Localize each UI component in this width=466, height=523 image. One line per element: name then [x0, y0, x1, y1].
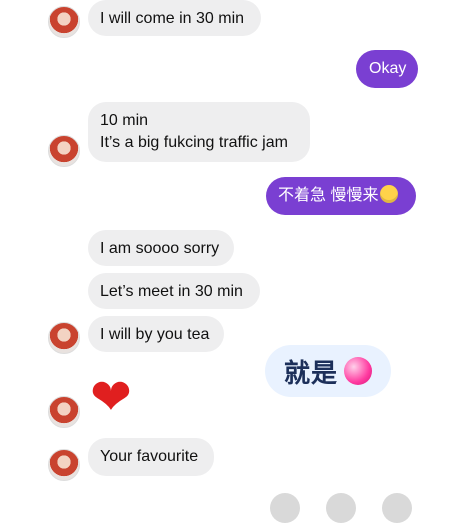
avatar[interactable] [48, 6, 80, 38]
heart-icon[interactable]: ❤ [90, 372, 132, 422]
incoming-message[interactable]: Let’s meet in 30 min [88, 273, 260, 309]
avatar[interactable] [48, 135, 80, 167]
avatar[interactable] [48, 322, 80, 354]
avatar[interactable] [48, 396, 80, 428]
sticker-text: 就是 [283, 358, 338, 389]
icon[interactable] [270, 493, 300, 523]
avatar[interactable] [48, 449, 80, 481]
bottom-partial-bar [270, 493, 412, 523]
incoming-message[interactable]: Your favourite [88, 438, 214, 476]
incoming-message[interactable]: I will come in 30 min [88, 0, 261, 36]
message-text: Let’s meet in 30 min [100, 283, 243, 300]
incoming-message[interactable]: I will by you tea [88, 316, 224, 352]
outgoing-message[interactable]: 不着急 慢慢来 [266, 177, 416, 215]
heart-icon [344, 357, 372, 385]
laughing-emoji-icon [380, 185, 399, 203]
message-text-line: It’s a big fukcing traffic jam [100, 134, 288, 151]
message-text: I am soooo sorry [100, 240, 220, 257]
icon[interactable] [326, 493, 356, 523]
message-text: I will come in 30 min [100, 10, 245, 27]
message-text-line: 10 min [100, 112, 149, 129]
outgoing-message[interactable]: Okay [356, 50, 418, 88]
message-text: I will by you tea [100, 326, 210, 343]
sticker[interactable]: 就是 [265, 345, 391, 397]
chat-thread: I will come in 30 min Okay 10 min It’s a… [0, 0, 466, 523]
icon[interactable] [382, 493, 412, 523]
incoming-message[interactable]: I am soooo sorry [88, 230, 234, 266]
message-text: 不着急 慢慢来 [278, 187, 379, 204]
message-text: Your favourite [100, 448, 199, 465]
message-text: Okay [369, 60, 407, 77]
message-text: ❤ [90, 368, 132, 426]
incoming-message[interactable]: 10 min It’s a big fukcing traffic jam [88, 102, 310, 162]
